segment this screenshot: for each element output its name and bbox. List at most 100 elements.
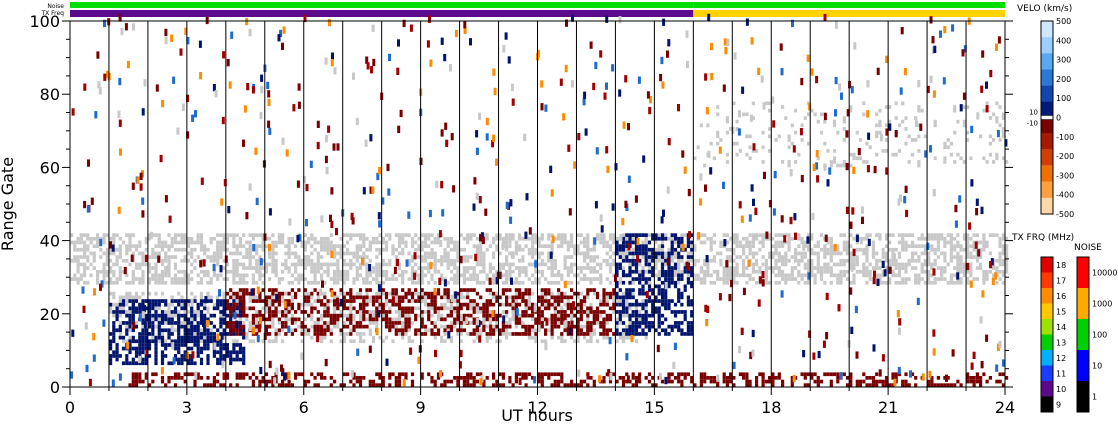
- echo-cell: [586, 277, 590, 281]
- echo-cell: [881, 251, 885, 256]
- echo-cell: [378, 251, 382, 256]
- echo-cell: [521, 247, 525, 252]
- echo-cell: [141, 339, 145, 344]
- echo-cell: [381, 236, 385, 241]
- echo-cell: [621, 376, 626, 380]
- echo-cell: [878, 258, 882, 263]
- echo-cell: [745, 376, 749, 380]
- echo-cell: [235, 332, 239, 336]
- echo-cell: [346, 299, 350, 303]
- echo-cell: [488, 244, 492, 248]
- echo-cell: [83, 251, 87, 256]
- echo-cell: [953, 236, 957, 241]
- echo-cell: [722, 269, 726, 274]
- echo-cell: [936, 236, 940, 241]
- echo-cell: [349, 266, 353, 270]
- echo-cell: [261, 379, 265, 384]
- echo-cell: [173, 383, 178, 387]
- echo-cell: [190, 277, 194, 281]
- echo-cell: [550, 313, 554, 318]
- echo-cell: [592, 332, 596, 336]
- echo-cell: [316, 240, 320, 245]
- echo-cell: [514, 251, 518, 256]
- echo-cell: [131, 273, 135, 278]
- echo-cell: [310, 372, 314, 377]
- echo-cell: [914, 280, 918, 285]
- echo-cell: [235, 280, 239, 285]
- echo-cell: [570, 313, 574, 318]
- echo-cell: [134, 266, 139, 270]
- echo-cell: [602, 236, 606, 241]
- echo-cell: [125, 324, 129, 329]
- echo-cell: [368, 383, 372, 387]
- echo-cell: [112, 236, 116, 241]
- echo-cell: [242, 350, 246, 355]
- echo-cell: [346, 324, 350, 329]
- echo-cell: [199, 310, 204, 314]
- echo-cell: [320, 262, 324, 267]
- echo-cell: [238, 295, 242, 300]
- echo-cell: [557, 288, 561, 292]
- echo-cell: [358, 247, 363, 252]
- echo-cell: [281, 233, 285, 237]
- echo-cell: [274, 244, 278, 248]
- echo-cell: [975, 266, 979, 270]
- echo-cell: [742, 262, 746, 267]
- echo-cell: [329, 233, 333, 237]
- echo-cell: [862, 247, 866, 252]
- echo-cell: [310, 291, 314, 296]
- echo-cell: [544, 339, 548, 344]
- echo-cell: [384, 295, 389, 300]
- echo-cell: [212, 379, 216, 384]
- echo-cell: [716, 273, 720, 278]
- echo-cell: [563, 295, 567, 300]
- echo-cell: [349, 332, 353, 336]
- echo-cell: [660, 269, 665, 274]
- echo-cell: [631, 291, 635, 296]
- echo-cell: [592, 310, 596, 314]
- echo-cell: [813, 280, 817, 285]
- echo-cell: [618, 251, 622, 256]
- echo-cell: [488, 299, 492, 303]
- echo-cell: [177, 346, 181, 351]
- echo-cell: [154, 251, 158, 256]
- echo-cell: [323, 321, 327, 325]
- echo-cell: [492, 255, 496, 259]
- echo-cell: [115, 354, 119, 358]
- echo-cell: [310, 302, 314, 307]
- echo-cell: [988, 376, 992, 380]
- echo-cell: [131, 269, 135, 274]
- echo-cell: [673, 310, 678, 314]
- echo-cell: [183, 299, 187, 303]
- echo-cell: [855, 383, 859, 387]
- echo-cell: [891, 247, 895, 252]
- echo-cell: [206, 357, 210, 362]
- echo-cell: [310, 317, 314, 322]
- echo-cell: [456, 306, 460, 311]
- echo-cell: [657, 244, 661, 248]
- echo-cell: [164, 328, 168, 333]
- echo-cell: [485, 277, 489, 281]
- echo-cell: [453, 247, 457, 252]
- echo-cell: [544, 306, 548, 311]
- echo-cell: [157, 321, 161, 325]
- echo-cell: [365, 277, 369, 281]
- echo-cell: [573, 247, 577, 252]
- echo-cell: [401, 236, 405, 241]
- echo-cell: [771, 379, 775, 384]
- echo-cell: [881, 280, 885, 285]
- echo-cell: [433, 255, 437, 259]
- echo-cell: [378, 376, 382, 380]
- echo-cell: [634, 247, 639, 252]
- echo-cell: [641, 284, 645, 289]
- echo-cell: [660, 291, 665, 296]
- echo-cell: [881, 255, 885, 259]
- echo-cell: [712, 269, 716, 274]
- echo-cell: [845, 247, 850, 252]
- echo-cell: [505, 258, 509, 263]
- echo-cell: [271, 313, 275, 318]
- echo-cell: [365, 291, 369, 296]
- echo-cell: [433, 379, 437, 384]
- echo-cell: [654, 266, 658, 270]
- echo-cell: [410, 295, 415, 300]
